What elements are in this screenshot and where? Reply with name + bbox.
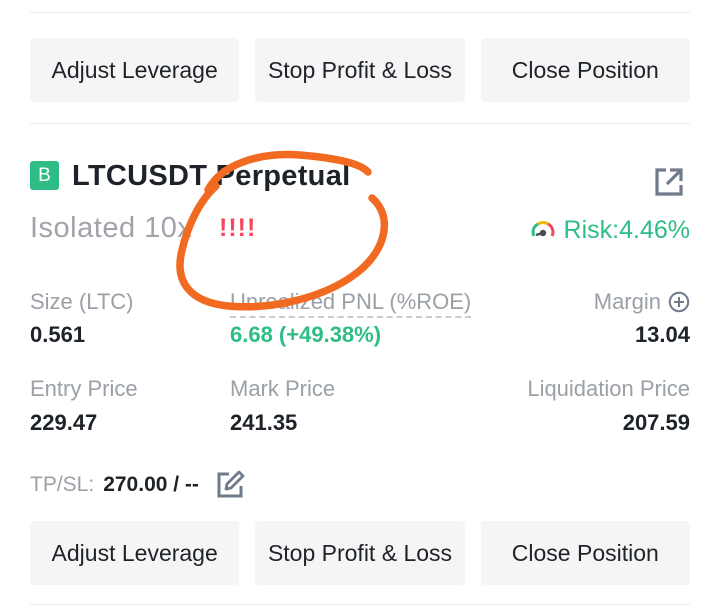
margin-mode-label: Isolated 10x [30,212,193,244]
mark-price-label: Mark Price [230,376,336,401]
entry-price-value: 229.47 [30,410,98,435]
top-divider [30,12,690,13]
top-action-row: Adjust Leverage Stop Profit & Loss Close… [30,38,690,102]
bottom-divider [30,604,690,605]
risk-value: Risk:4.46% [563,216,690,244]
tpsl-row: TP/SL: 270.00 / -- [30,469,246,500]
share-external-icon[interactable] [653,166,685,198]
side-badge: B [30,161,59,190]
adjust-leverage-button[interactable]: Adjust Leverage [30,521,240,585]
tpsl-value: 270.00 / -- [103,472,199,496]
unrealized-pnl-value: 6.68 (+49.38%) [230,322,382,347]
stop-profit-loss-button[interactable]: Stop Profit & Loss [255,38,465,102]
position-symbol[interactable]: LTCUSDT Perpetual [72,160,350,193]
liquidation-price-value: 207.59 [622,410,690,435]
bottom-action-row: Adjust Leverage Stop Profit & Loss Close… [30,521,690,585]
margin-label: Margin [593,289,661,314]
size-value: 0.561 [30,322,86,347]
tpsl-label: TP/SL: [30,472,95,496]
edit-tpsl-icon[interactable] [215,469,246,500]
close-position-button[interactable]: Close Position [480,521,690,585]
close-position-button[interactable]: Close Position [480,38,690,102]
section-divider [30,123,690,124]
risk-gauge-icon [531,220,554,237]
entry-price-label: Entry Price [30,376,138,401]
stop-profit-loss-button[interactable]: Stop Profit & Loss [255,521,465,585]
adjust-leverage-button[interactable]: Adjust Leverage [30,38,240,102]
margin-header: Margin [594,289,690,315]
add-margin-icon[interactable] [668,291,690,313]
size-label: Size (LTC) [30,289,134,314]
liquidation-price-label: Liquidation Price [527,376,690,401]
mark-price-value: 241.35 [230,410,298,435]
unrealized-pnl-label[interactable]: Unrealized PNL (%ROE) [230,289,472,318]
risk-indicator[interactable]: Risk:4.46% [530,216,690,245]
warning-marks: !!!! [219,214,257,242]
margin-value: 13.04 [634,322,690,347]
